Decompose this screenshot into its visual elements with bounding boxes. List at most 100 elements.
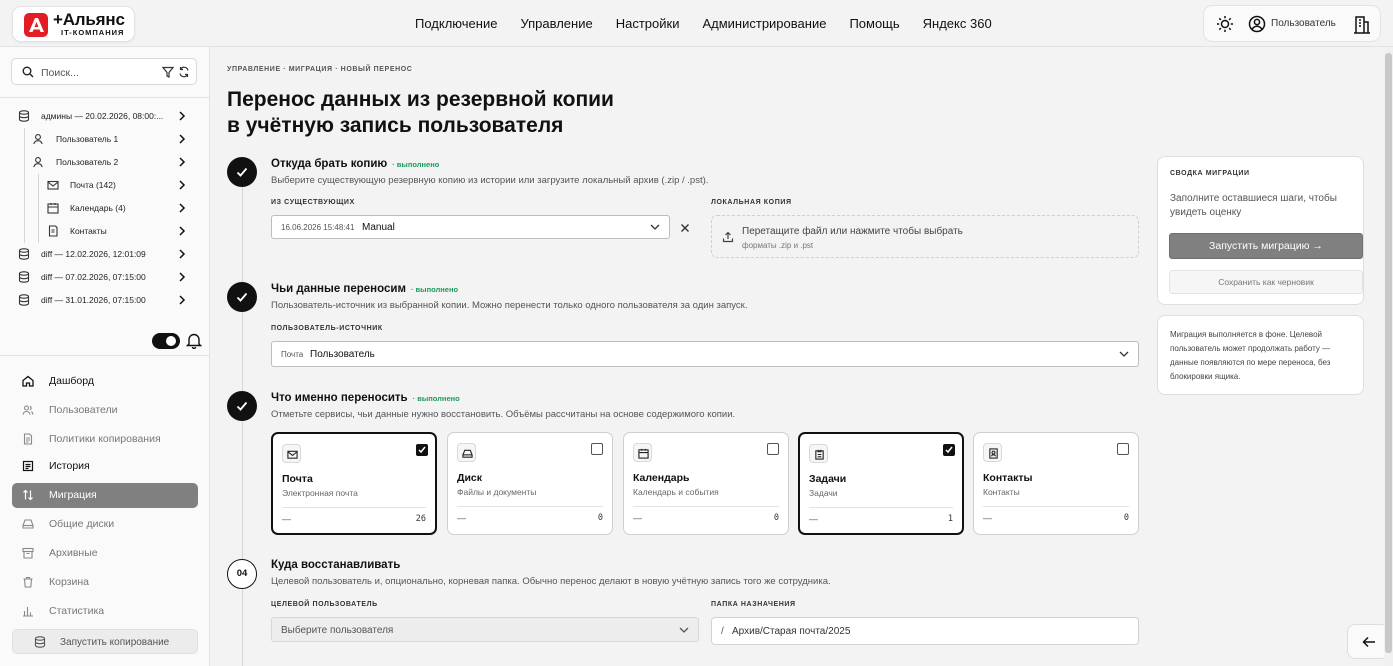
destination-folder-input[interactable]: / Архив/Старая почта/2025: [711, 617, 1139, 645]
topnav-item[interactable]: Настройки: [616, 16, 680, 31]
topnav-item[interactable]: Помощь: [849, 16, 899, 31]
bell-icon[interactable]: [186, 332, 202, 349]
topnav-item[interactable]: Яндекс 360: [923, 16, 992, 31]
backup-tree: админы — 20.02.2026, 08:00:... Пользоват…: [0, 105, 210, 325]
source-user-select[interactable]: Почта Пользователь: [271, 341, 1139, 367]
existing-copy-select[interactable]: 16.06.2026 15:48:41 Manual: [271, 215, 670, 239]
user-avatar-icon[interactable]: [1248, 15, 1266, 33]
tree-item[interactable]: Контакты: [0, 220, 210, 243]
archive-icon: [22, 547, 34, 559]
service-checkbox[interactable]: [591, 443, 603, 455]
organization-icon[interactable]: [1353, 14, 1371, 34]
nav-item-copy-policies[interactable]: Политики копирования: [12, 427, 198, 452]
step-status-badge: · выполнено: [412, 394, 460, 403]
nav-item-shared-drives[interactable]: Общие диски: [12, 512, 198, 537]
service-count: 0: [1123, 513, 1129, 523]
nav-item-statistics[interactable]: Статистика: [12, 599, 198, 624]
theme-toggle[interactable]: [152, 333, 180, 349]
topnav-item[interactable]: Управление: [520, 16, 592, 31]
start-migration-button[interactable]: Запустить миграцию →: [1169, 233, 1363, 259]
chevron-right-icon: [178, 272, 186, 282]
drop-zone-hint: форматы .zip и .pst: [742, 241, 814, 250]
service-size: —: [282, 514, 291, 524]
clear-copy-icon[interactable]: [680, 223, 690, 233]
filter-icon[interactable]: [162, 66, 174, 78]
refresh-icon[interactable]: [178, 66, 190, 78]
nav-label: Общие диски: [49, 518, 115, 530]
sun-icon[interactable]: [1216, 15, 1234, 33]
nav-item-archived[interactable]: Архивные: [12, 541, 198, 566]
migration-icon: [22, 489, 34, 501]
tree-item[interactable]: Пользователь 2: [0, 151, 210, 174]
sidebar: Поиск... админы — 20.02.2026, 08:00:... …: [0, 47, 210, 666]
save-draft-button[interactable]: Сохранить как черновик: [1169, 270, 1363, 294]
page-scrollbar[interactable]: [1384, 47, 1393, 666]
service-subtitle: Файлы и документы: [457, 487, 537, 497]
nav-label: Статистика: [49, 605, 105, 617]
step-rail: [242, 312, 243, 392]
database-icon: [18, 248, 30, 260]
trash-icon: [22, 576, 34, 588]
database-icon: [34, 636, 46, 648]
step-4-title: Куда восстанавливать: [271, 559, 401, 571]
chevron-right-icon: [178, 180, 186, 190]
service-count: 0: [773, 513, 779, 523]
topnav-item[interactable]: Подключение: [415, 16, 497, 31]
step-rail: [242, 187, 243, 287]
tree-item[interactable]: diff — 07.02.2026, 07:15:00: [0, 266, 210, 289]
service-card-tasks[interactable]: Задачи Задачи — 1: [798, 432, 964, 535]
service-checkbox[interactable]: [1117, 443, 1129, 455]
nav-label: Архивные: [49, 547, 98, 559]
step-title-text: Что именно переносить: [271, 392, 408, 404]
service-title: Контакты: [983, 472, 1033, 484]
service-count: 1: [947, 514, 953, 524]
service-title: Почта: [282, 473, 313, 485]
tree-item[interactable]: diff — 31.01.2026, 07:15:00: [0, 289, 210, 312]
service-card-contacts[interactable]: Контакты Контакты — 0: [973, 432, 1139, 535]
database-icon: [18, 110, 30, 122]
page-title-line: Перенос данных из резервной копии: [227, 88, 614, 111]
chevron-down-icon: [679, 626, 689, 634]
divider: [282, 507, 426, 508]
service-card-disk[interactable]: Диск Файлы и документы — 0: [447, 432, 613, 535]
service-checkbox[interactable]: [943, 444, 955, 456]
chevron-right-icon: [178, 226, 186, 236]
database-icon: [18, 271, 30, 283]
service-title: Диск: [457, 472, 483, 484]
step-rail: [242, 421, 243, 561]
scrollbar-thumb[interactable]: [1385, 53, 1392, 653]
nav-item-trash[interactable]: Корзина: [12, 570, 198, 595]
nav-item-dashboard[interactable]: Дашборд: [12, 369, 198, 394]
search-box[interactable]: Поиск...: [11, 58, 197, 85]
main-content: УПРАВЛЕНИЕ · МИГРАЦИЯ · НОВЫЙ ПЕРЕНОС Пе…: [210, 47, 1393, 666]
launch-copy-button[interactable]: Запустить копирование: [12, 629, 198, 654]
user-name[interactable]: Пользователь: [1271, 18, 1336, 29]
topnav-item[interactable]: Администрирование: [702, 16, 826, 31]
service-card-calendar[interactable]: Календарь Календарь и события — 0: [623, 432, 789, 535]
chevron-down-icon: [1119, 350, 1129, 358]
drive-icon: [22, 518, 34, 530]
search-input[interactable]: Поиск...: [41, 67, 79, 79]
tree-item[interactable]: diff — 12.02.2026, 12:01:09: [0, 243, 210, 266]
target-user-select[interactable]: Выберите пользователя: [271, 617, 699, 642]
back-button[interactable]: [1347, 624, 1389, 659]
user-icon: [32, 133, 44, 145]
tree-item[interactable]: админы — 20.02.2026, 08:00:...: [0, 105, 210, 128]
nav-item-users[interactable]: Пользователи: [12, 398, 198, 423]
tree-item[interactable]: Почта (142): [0, 174, 210, 197]
source-user-prefix: Почта: [281, 350, 304, 359]
service-checkbox[interactable]: [416, 444, 428, 456]
service-card-mail[interactable]: Почта Электронная почта — 26: [271, 432, 437, 535]
contact-icon: [983, 443, 1002, 462]
nav-item-history[interactable]: История: [12, 454, 198, 479]
chevron-right-icon: [178, 134, 186, 144]
nav-label: Пользователи: [49, 404, 118, 416]
tree-item[interactable]: Пользователь 1: [0, 128, 210, 151]
service-checkbox[interactable]: [767, 443, 779, 455]
nav-item-migration[interactable]: Миграция: [12, 483, 198, 508]
file-drop-zone[interactable]: Перетащите файл или нажмите чтобы выбрат…: [711, 215, 1139, 258]
tree-item[interactable]: Календарь (4): [0, 197, 210, 220]
contact-icon: [47, 225, 59, 237]
brand-logo[interactable]: +Альянс IT-КОМПАНИЯ: [12, 6, 135, 42]
divider: [983, 506, 1129, 507]
